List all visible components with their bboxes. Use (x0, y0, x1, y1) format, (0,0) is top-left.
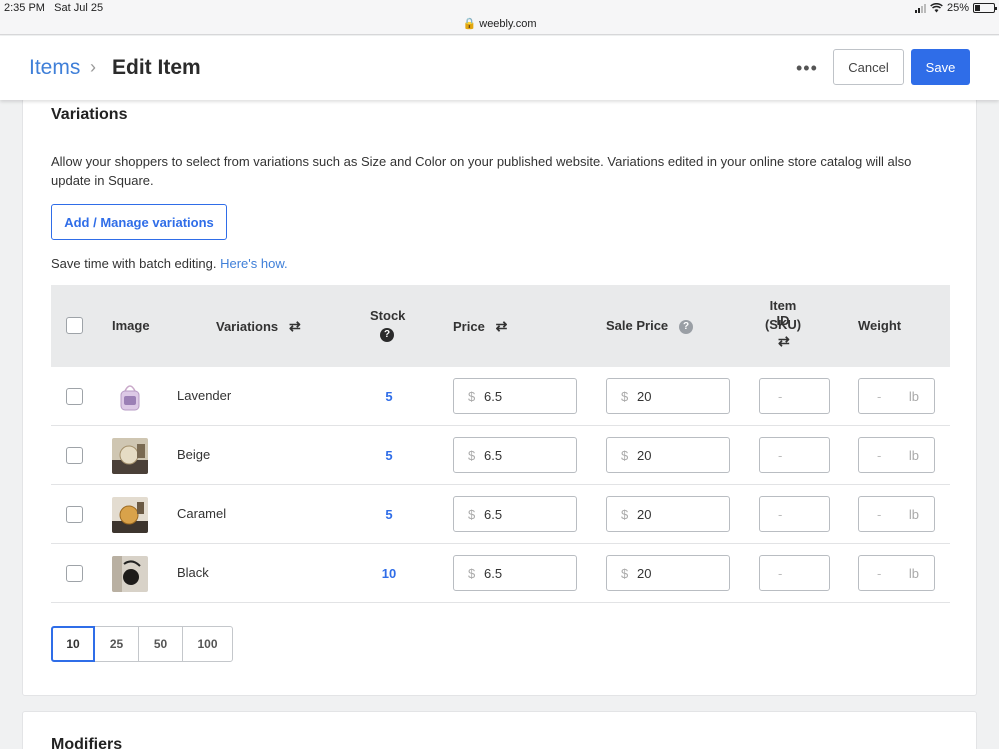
sort-arrows-icon[interactable]: ⇄ (289, 318, 301, 335)
stock-link[interactable]: 5 (379, 389, 399, 404)
weight-input[interactable]: - lb (858, 437, 935, 473)
page-title: Edit Item (112, 56, 201, 79)
price-input[interactable]: $6.5 (453, 378, 577, 414)
sale-price-input[interactable]: $20 (606, 437, 730, 473)
table-row: Lavender 5 $6.5 $20 - - lb (51, 367, 950, 426)
variations-table-header: Image Variations ⇄ Stock ? Price ⇄ Sale … (51, 285, 950, 367)
column-price[interactable]: Price ⇄ (453, 318, 507, 335)
sku-input[interactable]: - (759, 496, 830, 532)
column-stock: Stock (370, 308, 406, 323)
url-bar[interactable]: 🔒 weebly.com (0, 17, 999, 30)
battery-percent: 25% (946, 2, 969, 14)
table-row: Caramel 5 $6.5 $20 - - lb (51, 485, 950, 544)
sale-price-input[interactable]: $20 (606, 496, 730, 532)
help-icon[interactable]: ? (380, 328, 394, 342)
sku-input[interactable]: - (759, 437, 830, 473)
cancel-button[interactable]: Cancel (833, 49, 904, 85)
sku-input[interactable]: - (759, 378, 830, 414)
weight-input[interactable]: - lb (858, 496, 935, 532)
battery-icon (973, 3, 997, 13)
lock-icon: 🔒 (462, 18, 477, 30)
variations-card: Variations Allow your shoppers to select… (22, 98, 977, 696)
column-variations[interactable]: Variations ⇄ (216, 318, 301, 335)
page-size-50[interactable]: 50 (138, 626, 183, 662)
row-checkbox[interactable] (66, 388, 83, 405)
sort-arrows-icon[interactable]: ⇄ (496, 318, 508, 335)
variation-name: Black (177, 565, 209, 580)
sale-price-input[interactable]: $20 (606, 555, 730, 591)
breadcrumb-items-link[interactable]: Items (29, 56, 80, 80)
column-sale-price: Sale Price ? (606, 318, 693, 334)
weight-input[interactable]: - lb (858, 378, 935, 414)
price-input[interactable]: $6.5 (453, 437, 577, 473)
modifiers-card: Modifiers (22, 711, 977, 749)
wifi-icon (930, 3, 943, 13)
cellular-signal-icon (914, 3, 926, 13)
product-thumbnail (112, 379, 148, 415)
help-icon[interactable]: ? (679, 319, 693, 334)
column-weight: Weight (858, 318, 902, 333)
column-sku: (SKU) (764, 317, 802, 332)
price-input[interactable]: $6.5 (453, 496, 577, 532)
variation-name: Lavender (177, 388, 232, 403)
variations-title: Variations (51, 106, 128, 123)
stock-link[interactable]: 10 (379, 566, 399, 581)
page-size-10[interactable]: 10 (51, 626, 95, 662)
product-thumbnail (112, 438, 148, 474)
column-image: Image (112, 318, 150, 333)
chevron-right-icon: › (90, 57, 96, 77)
select-all-checkbox[interactable] (66, 317, 83, 334)
sort-arrows-icon[interactable]: ⇄ (778, 333, 790, 350)
row-checkbox[interactable] (66, 447, 83, 464)
page-size-selector: 10 25 50 100 (51, 626, 233, 662)
manage-variations-button[interactable]: Add / Manage variations (51, 204, 227, 240)
sale-price-input[interactable]: $20 (606, 378, 730, 414)
table-row: Black 10 $6.5 $20 - - lb (51, 544, 950, 603)
more-options-button[interactable]: ••• (796, 58, 818, 79)
row-checkbox[interactable] (66, 506, 83, 523)
batch-editing-link[interactable]: Here's how. (220, 256, 288, 271)
batch-editing-text: Save time with batch editing. Here's how… (51, 256, 288, 271)
variation-name: Caramel (177, 506, 227, 521)
page-header: Items › Edit Item ••• Cancel Save (0, 36, 999, 100)
price-input[interactable]: $6.5 (453, 555, 577, 591)
status-bar: 2:35 PM Sat Jul 25 🔒 weebly.com 25% (0, 0, 999, 35)
stock-link[interactable]: 5 (379, 507, 399, 522)
row-checkbox[interactable] (66, 565, 83, 582)
page-size-100[interactable]: 100 (182, 626, 233, 662)
product-thumbnail (112, 556, 148, 592)
variation-name: Beige (177, 447, 211, 462)
save-button[interactable]: Save (911, 49, 970, 85)
status-indicators: 25% (914, 2, 997, 14)
table-row: Beige 5 $6.5 $20 - - lb (51, 426, 950, 485)
stock-link[interactable]: 5 (379, 448, 399, 463)
status-time: 2:35 PM Sat Jul 25 (4, 2, 104, 14)
page-size-25[interactable]: 25 (94, 626, 139, 662)
sku-input[interactable]: - (759, 555, 830, 591)
variations-description: Allow your shoppers to select from varia… (51, 154, 912, 188)
weight-input[interactable]: - lb (858, 555, 935, 591)
modifiers-title: Modifiers (51, 736, 123, 749)
product-thumbnail (112, 497, 148, 533)
